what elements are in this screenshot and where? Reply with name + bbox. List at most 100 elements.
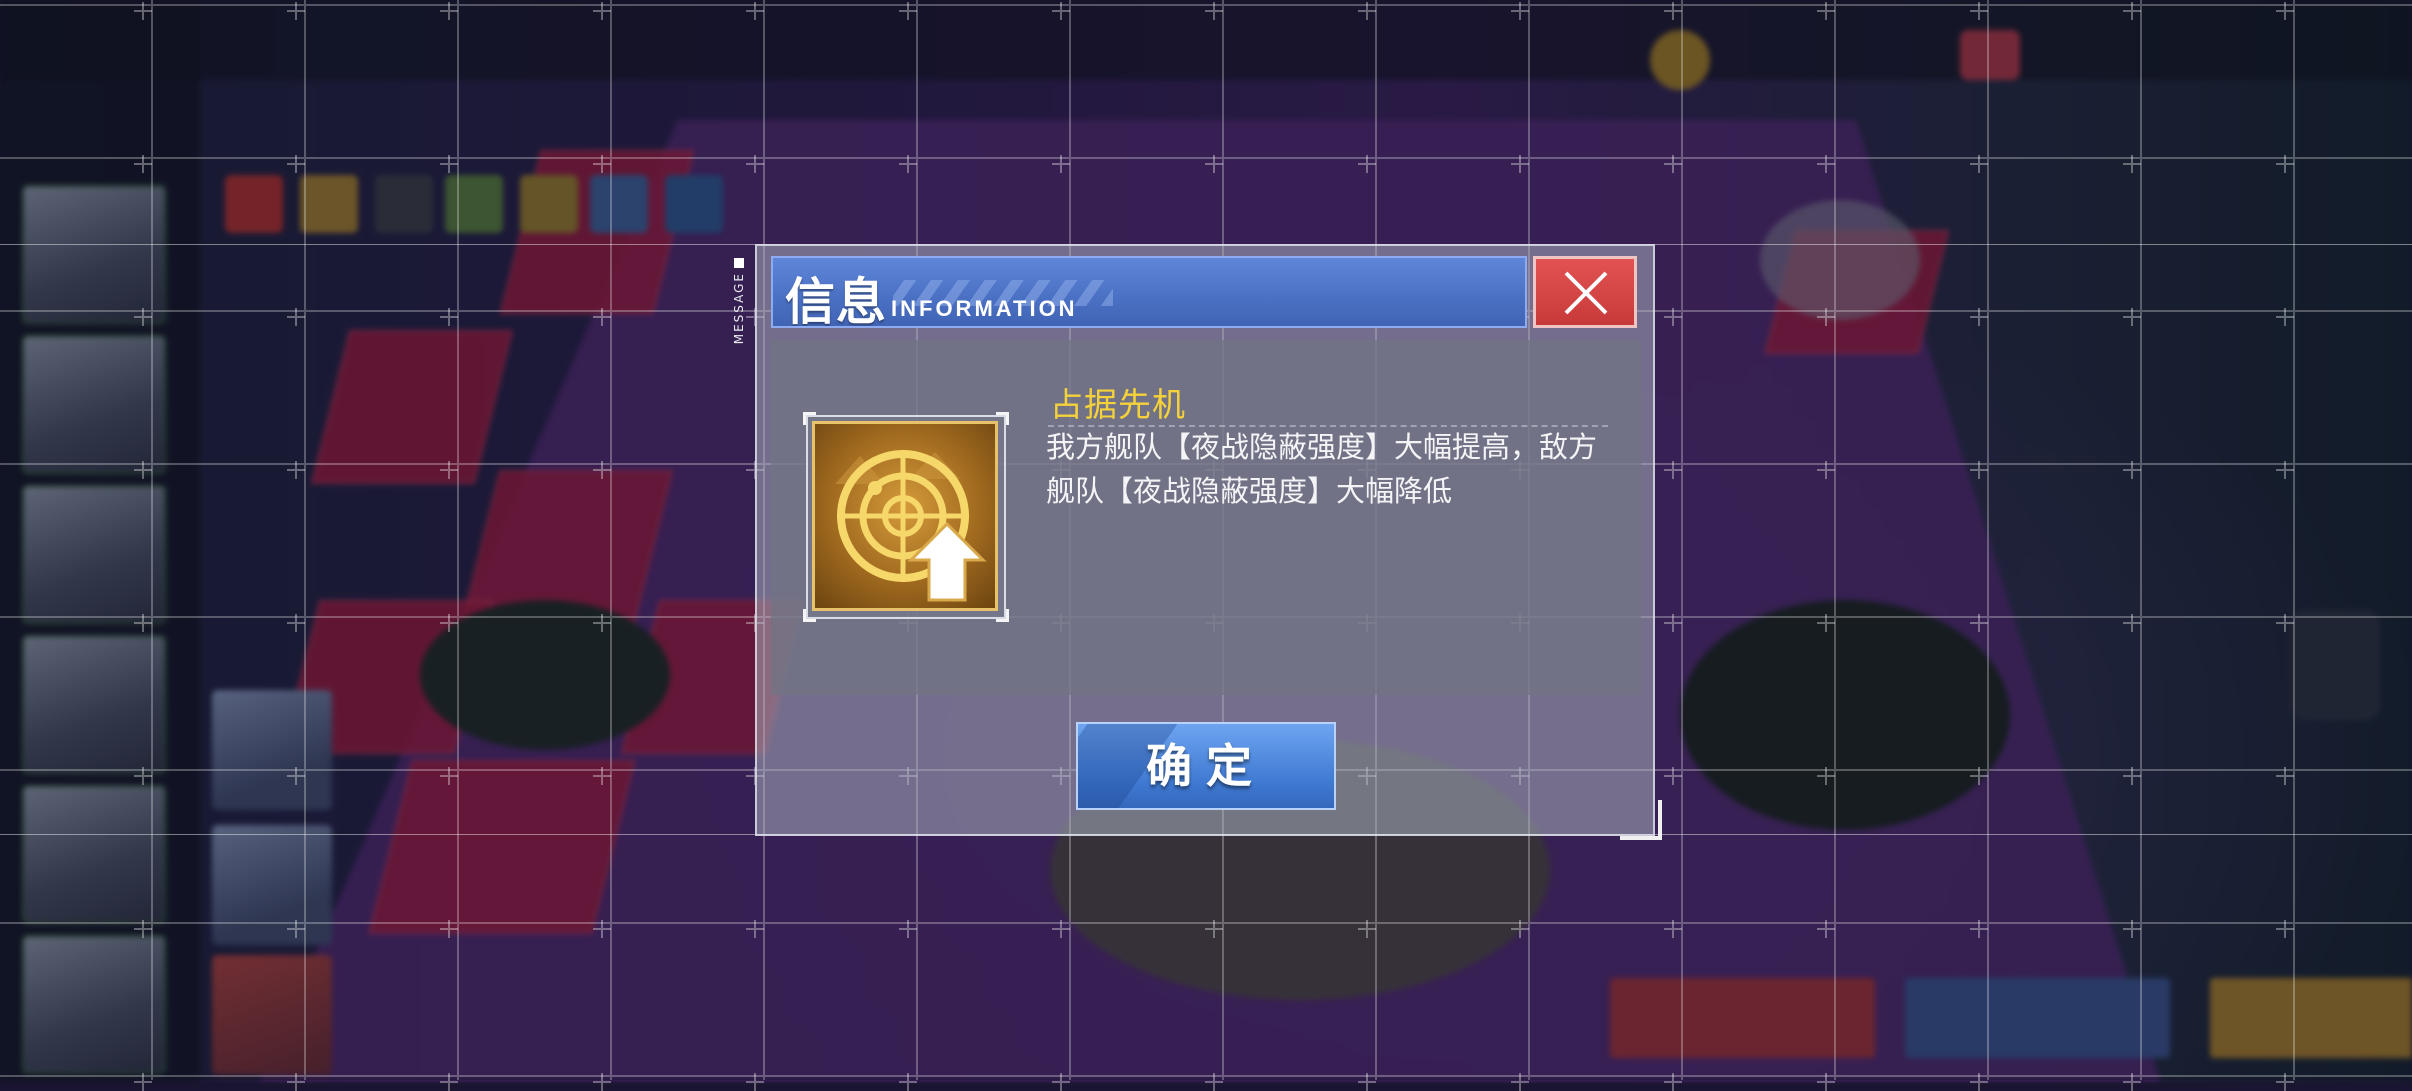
plus-marker [1511,2,1529,20]
plus-marker [593,767,611,785]
plus-marker [134,2,152,20]
plus-marker [1664,1073,1682,1091]
plus-marker [1205,2,1223,20]
plus-marker [440,461,458,479]
plus-marker [287,308,305,326]
plus-marker [2276,308,2294,326]
plus-marker [2276,614,2294,632]
plus-marker [1664,155,1682,173]
plus-marker [1970,461,1988,479]
plus-marker [899,155,917,173]
plus-marker [2276,767,2294,785]
plus-marker [287,767,305,785]
plus-marker [2123,155,2141,173]
plus-marker [593,2,611,20]
plus-marker [134,614,152,632]
plus-marker [1817,1073,1835,1091]
plus-marker [134,461,152,479]
plus-marker [2123,1073,2141,1091]
plus-marker [1052,2,1070,20]
plus-marker [1970,2,1988,20]
plus-marker [1052,1073,1070,1091]
plus-marker [287,614,305,632]
plus-marker [2123,767,2141,785]
plus-marker [593,461,611,479]
plus-marker [1970,767,1988,785]
plus-marker [1205,1073,1223,1091]
plus-marker [1511,1073,1529,1091]
close-icon [1564,271,1608,315]
plus-marker [2123,308,2141,326]
plus-marker [1664,614,1682,632]
plus-marker [287,461,305,479]
plus-marker [1358,2,1376,20]
plus-marker [1970,308,1988,326]
dialog-title-bar: 信息 INFORMATION [771,256,1527,328]
plus-marker [287,1073,305,1091]
plus-marker [593,1073,611,1091]
plus-marker [2276,2,2294,20]
plus-marker [1817,2,1835,20]
radar-up-icon [812,421,998,611]
side-tag-label: MESSAGE [732,272,746,345]
plus-marker [1664,2,1682,20]
effect-name: 占据先机 [1050,385,1186,424]
plus-marker [899,920,917,938]
dialog-corner-bracket [1620,800,1662,840]
plus-marker [1817,308,1835,326]
plus-marker [1817,920,1835,938]
plus-marker [1970,155,1988,173]
plus-marker [899,2,917,20]
plus-marker [746,1073,764,1091]
plus-marker [1817,614,1835,632]
plus-marker [1052,155,1070,173]
plus-marker [746,155,764,173]
close-button[interactable] [1533,256,1637,328]
plus-marker [1970,614,1988,632]
confirm-button[interactable]: 确定 [1076,722,1336,810]
plus-marker [2276,1073,2294,1091]
plus-marker [1664,920,1682,938]
plus-marker [1970,1073,1988,1091]
plus-marker [746,2,764,20]
plus-marker [1664,461,1682,479]
plus-marker [1205,920,1223,938]
plus-marker [134,1073,152,1091]
plus-marker [287,2,305,20]
plus-marker [1358,1073,1376,1091]
effect-icon-frame [803,412,1009,622]
confirm-button-label: 确定 [1146,739,1266,793]
plus-marker [1358,920,1376,938]
plus-marker [134,155,152,173]
plus-marker [1358,155,1376,173]
plus-marker [593,614,611,632]
plus-marker [593,155,611,173]
plus-marker [2276,461,2294,479]
plus-marker [1511,920,1529,938]
plus-marker [134,920,152,938]
plus-marker [440,2,458,20]
plus-marker [2123,2,2141,20]
dialog-title-en: INFORMATION [891,296,1078,321]
plus-marker [1817,767,1835,785]
plus-marker [2123,461,2141,479]
effect-description: 我方舰队【夜战隐蔽强度】大幅提高，敌方舰队【夜战隐蔽强度】大幅降低 [1046,430,1598,508]
plus-marker [287,920,305,938]
plus-marker [2123,920,2141,938]
plus-marker [440,614,458,632]
plus-marker [134,767,152,785]
plus-marker [2276,920,2294,938]
plus-marker [1664,767,1682,785]
plus-marker [1052,920,1070,938]
plus-marker [746,920,764,938]
plus-marker [440,920,458,938]
plus-marker [593,920,611,938]
plus-marker [134,308,152,326]
dialog-title: 信息 [785,272,887,328]
side-tag: MESSAGE [732,258,746,358]
plus-marker [1205,155,1223,173]
plus-marker [440,767,458,785]
plus-marker [593,308,611,326]
plus-marker [2276,155,2294,173]
plus-marker [440,155,458,173]
